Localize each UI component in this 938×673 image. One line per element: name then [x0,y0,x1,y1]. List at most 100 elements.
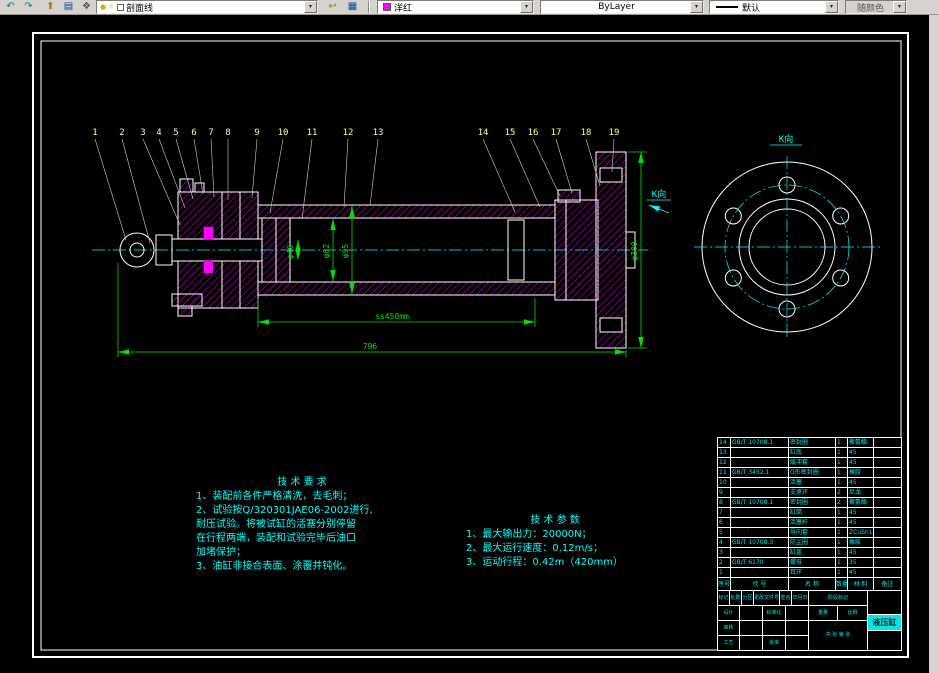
parts-cell-seq: 13 [718,448,731,457]
parts-row: 6 活塞杆 1 45 [718,518,901,528]
lineweight-control[interactable]: 默认 ▾ [709,0,839,14]
parts-cell-seq: 4 [718,538,731,547]
redo-icon[interactable]: ↷ [20,0,37,14]
drawing-number-cell [868,591,901,615]
title-block-cell [786,606,808,620]
parts-cell-name: O形密封圈 [789,468,836,477]
callout-number: 16 [528,128,539,138]
linetype-control[interactable]: ByLayer ▾ [540,0,704,14]
toolbar-separator [368,1,370,13]
title-block-cell: 年月日 [792,595,808,601]
revision-table: 标记 处数 分区 更改文件号 签名 年月日 设计 标准化 审核 工艺 批准 [718,591,808,650]
parts-cell-qty: 1 [836,558,848,567]
layer-control-arrow[interactable]: ▾ [304,1,317,13]
layer-states-icon[interactable]: ❖ [78,0,95,14]
parts-cell-seq: 9 [718,488,731,497]
layer-previous-icon[interactable]: ↩ [324,0,341,14]
parts-row: 3 缸盖 1 45 [718,548,901,558]
make-layer-current-icon[interactable]: ⬆ [42,0,59,14]
linetype-control-arrow[interactable]: ▾ [690,1,703,13]
parts-cell-qty: 1 [836,538,848,547]
callout-number: 11 [307,128,318,138]
callout-number: 2 [119,128,124,138]
callout-number: 8 [225,128,230,138]
layer-control[interactable]: ● ☼ 剖面线 ▾ [96,0,318,14]
k-view-title: K向 [770,133,802,146]
parts-cell-code [731,488,789,497]
title-block-row: 工艺 批准 [718,636,808,650]
parts-cell-code [731,458,789,467]
parts-cell-qty: 1 [836,448,848,457]
tie-bolt-top [179,178,194,193]
nut-bottom [177,305,193,317]
title-block-cell: 标准化 [763,606,786,620]
linetype-control-value: ByLayer [598,2,635,12]
plotstyle-control-arrow: ▾ [893,1,906,13]
k-view-label: K向 [779,133,793,145]
section-view [92,151,648,349]
title-block-cell [763,621,786,635]
parts-cell-name: 支承环 [789,488,836,497]
flange-bolt-hole [599,167,623,183]
parts-cell-mat: 尼龙 [848,488,874,497]
parts-cell-qty: 1 [836,528,848,537]
parts-header-code: 代 号 [731,578,789,590]
tech-requirements-title: 技 术 要 求 [277,477,327,488]
plotstyle-control-value: 随颜色 [856,3,884,14]
tech-param-line: 2、最大运行速度：0.12m/s； [466,543,603,554]
tech-param-line: 3、运动行程：0.42m（420mm） [466,557,623,568]
parts-cell-code [731,568,789,577]
parts-cell-qty: 1 [836,468,848,477]
parts-row: 9 支承环 2 尼龙 [718,488,901,498]
title-block-row: 设计 标准化 [718,606,808,621]
color-control-arrow[interactable]: ▾ [520,1,533,13]
parts-cell-seq: 2 [718,558,731,567]
parts-cell-qty: 1 [836,508,848,517]
parts-cell-name: 缸底 [789,448,836,457]
parts-cell-name: 导向套 [789,528,836,537]
parts-cell-code [731,478,789,487]
undo-icon[interactable]: ↶ [2,0,19,14]
layers-icon[interactable]: ▤ [60,0,77,14]
lineweight-control-value: 默认 [742,3,761,14]
rod-seal [203,226,214,240]
tech-req-line: 2、试验按Q/320301JAE06-2002进行, [196,505,373,516]
parts-cell-qty: 2 [836,488,848,497]
title-block-cell [740,636,763,650]
tech-param-line: 1、最大输出力：20000N； [466,529,592,540]
layer-color-chip [117,3,124,11]
parts-cell-note [874,478,901,487]
color-swatch-magenta [383,3,391,11]
dim-rod-dia: φ40 [286,245,295,260]
callout-number: 18 [581,128,592,138]
title-block: 14 GB/T 10708.1 密封圈 1 聚氨酯 13 缸底 1 45 12 缓冲套 1 45 11 GB… [717,437,902,651]
callout-number: 7 [208,128,213,138]
callout-number: 19 [609,128,620,138]
stage-label: 阶段标记 [809,591,867,606]
material-cell [868,631,901,650]
parts-cell-code [731,508,789,517]
parts-cell-mat: 45 [848,478,874,487]
rod-seal [203,260,214,274]
callout-number: 6 [191,128,196,138]
color-control[interactable]: 洋红 ▾ [377,0,534,14]
parts-cell-code [731,528,789,537]
callout-leaders [94,138,615,244]
parts-cell-note [874,548,901,557]
parts-cell-note [874,468,901,477]
tie-bolt-bottom [171,293,203,307]
lineweight-control-arrow[interactable]: ▾ [825,1,838,13]
parts-cell-mat: 35 [848,558,874,567]
parts-cell-code: GB/T 6170 [731,558,789,567]
parts-cell-note [874,518,901,527]
parts-row: 12 缓冲套 1 45 [718,458,901,468]
oil-port-boss [557,189,581,203]
callout-number: 15 [505,128,516,138]
parts-cell-mat: 45 [848,458,874,467]
title-block-cell: 审核 [718,621,740,635]
properties-icon[interactable]: ▦ [344,0,361,14]
callout-number: 3 [140,128,145,138]
parts-row: 13 缸底 1 45 [718,448,901,458]
parts-cell-name: 缸筒 [789,508,836,517]
title-block-cell: 标记 [718,591,730,605]
